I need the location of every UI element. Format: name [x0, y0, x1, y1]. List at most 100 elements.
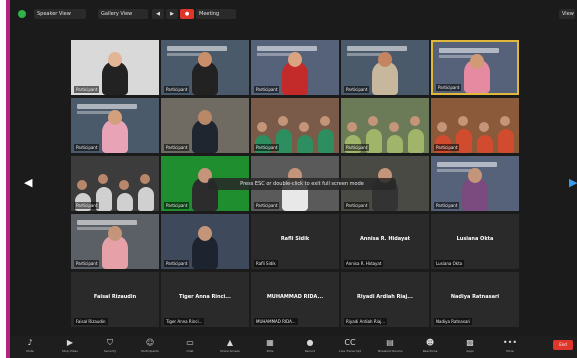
chat-button[interactable]: ▭ Chat [178, 338, 202, 358]
participant-tile[interactable]: MUHAMMAD RIDA... MUHAMMAD RIDA... [251, 272, 339, 327]
polls-button[interactable]: ▦ Polls [258, 338, 282, 358]
participant-name-label: Participant [74, 144, 100, 151]
prev-page-icon[interactable]: ◀ [152, 9, 164, 19]
participant-body [117, 193, 133, 211]
participant-tile[interactable]: Participant [431, 98, 519, 153]
chevron-right-icon[interactable]: ▶ [569, 176, 577, 190]
participant-name-label: Participant [254, 144, 280, 151]
toolbar-label: Participants [141, 349, 159, 353]
apps-button[interactable]: ▩ Apps [458, 338, 482, 358]
participant-name-label: Annisa R. Hidayat [344, 260, 384, 267]
toolbar-label: Stop Video [61, 349, 79, 353]
virtual-background-banner [167, 46, 227, 51]
speaker-view-button[interactable]: Speaker View [34, 9, 86, 19]
captions-icon: CC [344, 338, 356, 347]
participant-tile[interactable]: Participant [251, 98, 339, 153]
participant-head [437, 122, 447, 132]
participant-tile[interactable]: Rafli Sidik Rafli Sidik [251, 214, 339, 269]
toolbar-label: Chat [186, 349, 194, 353]
participants-button[interactable]: ☺ Participants [138, 338, 162, 358]
participant-tile[interactable]: Participant [341, 40, 429, 95]
participant-body [477, 135, 493, 153]
participant-tile[interactable]: Participant [251, 40, 339, 95]
participant-tile[interactable]: Tiger Anna Rinci... Tiger Anna Rinci... [161, 272, 249, 327]
participant-name-label: Participant [434, 144, 460, 151]
chevron-left-icon[interactable]: ◀ [24, 176, 32, 190]
participant-head [410, 116, 420, 126]
participant-name-label: Lusiana Okta [434, 260, 465, 267]
virtual-background-banner [439, 48, 499, 53]
share-button[interactable]: ▲ Share Screen [218, 338, 242, 358]
top-bar: Speaker View Gallery View ◀ ▶ ● Meeting … [10, 5, 577, 23]
participant-display-name: Nadiya Ratnasari [450, 294, 500, 300]
participant-tile[interactable]: Participant [341, 98, 429, 153]
more-icon: ••• [502, 338, 518, 347]
participant-name-label: Participant [164, 86, 190, 93]
participant-head [458, 116, 468, 126]
participant-tile[interactable]: Riyadi Ardiah Riaj... Riyadi Ardiah Riaj.… [341, 272, 429, 327]
more-button[interactable]: ••• More [498, 338, 522, 358]
participant-name-label: MUHAMMAD RIDA... [254, 318, 298, 325]
breakout-button[interactable]: ▤ Breakout Rooms [378, 338, 403, 358]
participant-tile[interactable]: Participant [161, 214, 249, 269]
participant-name-label: Participant [254, 86, 280, 93]
participant-tile[interactable]: Faisal Rizaudin Faisal Rizaudin [71, 272, 159, 327]
polls-icon: ▦ [266, 338, 274, 347]
participant-name-label: Participant [254, 202, 280, 209]
participant-head [108, 110, 122, 125]
participant-head [198, 110, 212, 125]
participant-name-label: Participant [74, 86, 100, 93]
participant-tile[interactable]: Participant [71, 214, 159, 269]
participant-tile[interactable]: Annisa R. Hidayat Annisa R. Hidayat [341, 214, 429, 269]
end-meeting-button[interactable]: End [553, 340, 573, 350]
participant-name-label: Participant [74, 260, 100, 267]
meeting-info-button[interactable]: Meeting [196, 9, 236, 19]
toolbar-label: Breakout Rooms [378, 349, 403, 353]
participant-head [278, 116, 288, 126]
toolbar-label: Security [103, 349, 117, 353]
participant-name-label: Participant [436, 84, 462, 91]
security-icon: ⛉ [107, 338, 113, 347]
virtual-background-banner [77, 220, 137, 225]
participant-tile[interactable]: Participant [161, 98, 249, 153]
toolbar-label: Polls [266, 349, 274, 353]
participant-name-label: Participant [74, 202, 100, 209]
participant-head [108, 52, 122, 67]
participant-display-name: Rafli Sidik [280, 236, 310, 242]
participant-tile[interactable]: Participant [71, 98, 159, 153]
participant-tile[interactable]: Participant [431, 40, 519, 95]
record-button[interactable]: ● Record [298, 338, 322, 358]
participant-tile[interactable]: Participant [71, 40, 159, 95]
reactions-icon: ☻ [425, 338, 435, 347]
participant-name-label: Riyadi Ardiah Riaj... [344, 318, 388, 325]
participant-head [500, 116, 510, 126]
reactions-button[interactable]: ☻ Reactions [418, 338, 442, 358]
recording-indicator-icon[interactable]: ● [180, 9, 194, 19]
next-page-icon[interactable]: ▶ [166, 9, 178, 19]
participant-tile[interactable]: Participant [161, 40, 249, 95]
view-button[interactable]: View [559, 9, 575, 19]
participant-head [119, 180, 129, 190]
participant-body [297, 135, 313, 153]
video-button[interactable]: ▶ Stop Video [58, 338, 82, 358]
participant-name-label: Participant [344, 202, 370, 209]
security-shield-icon[interactable] [18, 10, 26, 18]
participant-head [198, 226, 212, 241]
participant-tile[interactable]: Participant [71, 156, 159, 211]
toolbar-label: Live Transcript [339, 349, 361, 353]
participant-head [98, 174, 108, 184]
participant-tile[interactable]: Participant [431, 156, 519, 211]
gallery-view-button[interactable]: Gallery View [98, 9, 148, 19]
participant-tile[interactable]: Nadiya Ratnasari Nadiya Ratnasari [431, 272, 519, 327]
participant-name-label: Rafli Sidik [254, 260, 278, 267]
mic-button[interactable]: ♪ Mute [18, 338, 42, 358]
participant-body [138, 187, 154, 211]
participants-icon: ☺ [145, 338, 155, 347]
participant-name-label: Tiger Anna Rinci... [164, 318, 205, 325]
captions-button[interactable]: CC Live Transcript [338, 338, 362, 358]
participant-name-label: Faisal Rizaudin [74, 318, 108, 325]
security-button[interactable]: ⛉ Security [98, 338, 122, 358]
meeting-toolbar: End ♪ Mute ▶ Stop Video ⛉ Security ☺ Participan… [10, 336, 577, 358]
participant-name-label: Participant [164, 202, 190, 209]
participant-tile[interactable]: Lusiana Okta Lusiana Okta [431, 214, 519, 269]
